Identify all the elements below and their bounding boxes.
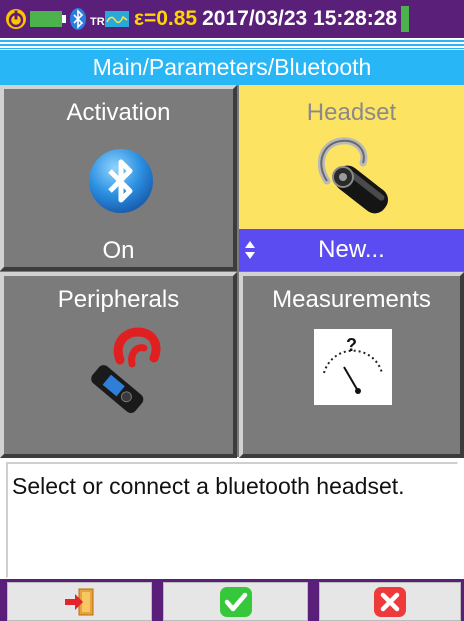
tile-headset[interactable]: Headset New...: [239, 85, 464, 271]
tile-value: On: [102, 237, 135, 264]
up-down-arrows-icon: [245, 241, 255, 259]
headset-icon: [317, 137, 388, 214]
exit-button[interactable]: [7, 582, 152, 621]
bluetooth-status-icon: [70, 8, 86, 30]
tile-label: Headset: [306, 99, 397, 126]
battery-icon: [30, 11, 66, 27]
help-text: Select or connect a bluetooth headset.: [12, 473, 405, 499]
clamp-meter-icon: [91, 327, 161, 414]
tile-label: Peripherals: [57, 286, 180, 313]
svg-text:TR: TR: [90, 16, 105, 28]
status-bar: TR ε=0.85 2017/03/23 15:28:28: [0, 0, 464, 38]
menu-grid: Activation On Headset New... Peripherals…: [0, 85, 464, 458]
confirm-button[interactable]: [163, 582, 308, 621]
page-title: Main/Parameters/Bluetooth: [0, 50, 464, 85]
tile-value: New...: [318, 236, 385, 263]
title-stripes: [0, 40, 464, 49]
tile-measurements[interactable]: Measurements ?: [239, 272, 464, 458]
tile-peripherals[interactable]: Peripherals: [0, 272, 237, 458]
emissivity-value: ε=0.85: [134, 7, 198, 30]
status-indicator: [401, 6, 410, 32]
cancel-button[interactable]: [319, 582, 461, 621]
datetime: 2017/03/23 15:28:28: [202, 7, 398, 30]
analog-meter-icon: ?: [314, 329, 392, 405]
help-box: Select or connect a bluetooth headset.: [6, 462, 458, 578]
bottom-toolbar: [0, 579, 464, 621]
tile-label: Activation: [66, 99, 171, 126]
tr-recording-icon: TR: [90, 11, 129, 28]
exit-icon: [64, 588, 93, 615]
bluetooth-icon: [89, 149, 153, 213]
confirm-check-icon: [219, 586, 252, 617]
meter-question-mark: ?: [346, 335, 357, 355]
tile-label: Measurements: [272, 286, 431, 313]
power-icon: [6, 9, 26, 29]
cancel-x-icon: [374, 586, 406, 617]
tile-activation[interactable]: Activation On: [0, 85, 237, 271]
headset-value-selector[interactable]: New...: [239, 229, 464, 271]
title-bar: Main/Parameters/Bluetooth: [0, 38, 464, 85]
